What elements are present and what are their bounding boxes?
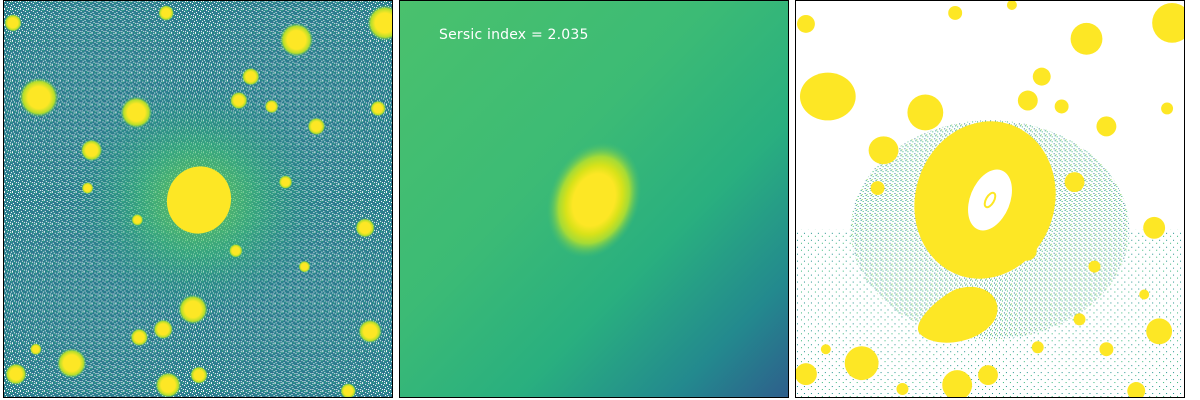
data-image-panel: [3, 0, 393, 398]
residual-image: [796, 1, 1184, 397]
data-image: [4, 1, 392, 397]
residual-image-panel: [795, 0, 1185, 398]
figure: Sersic index = 2.035: [0, 0, 1200, 400]
model-image: [400, 1, 788, 397]
sersic-index-label: Sersic index = 2.035: [439, 27, 589, 43]
model-image-panel: Sersic index = 2.035: [399, 0, 789, 398]
